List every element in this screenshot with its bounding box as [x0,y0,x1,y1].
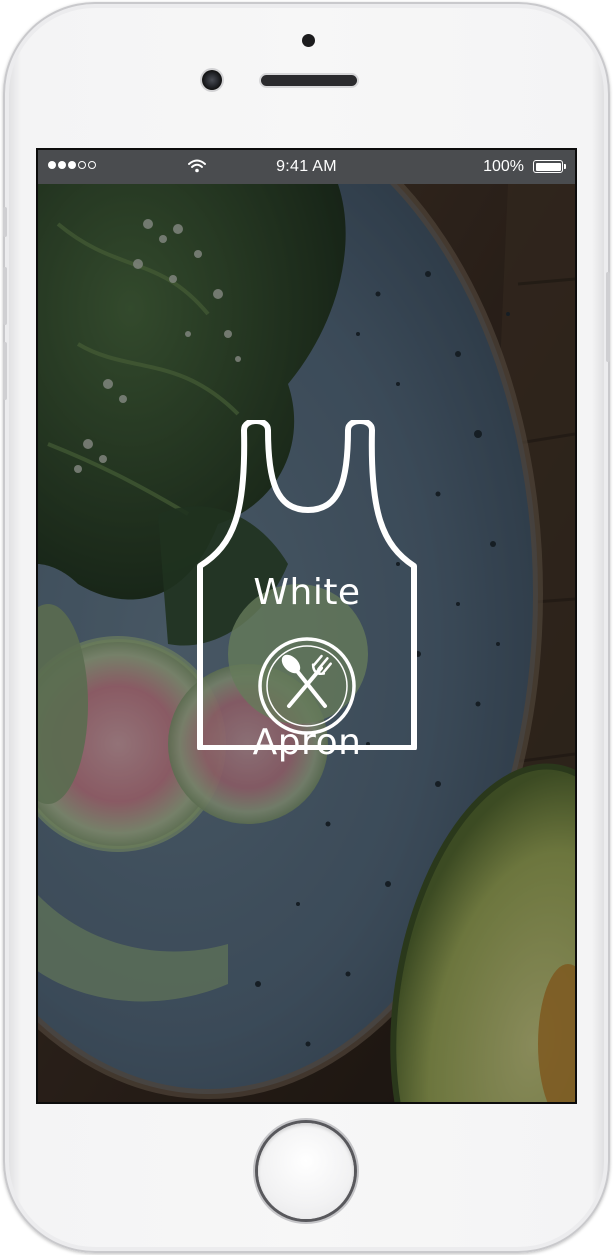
status-bar: 9:41 AM 100% [38,150,575,184]
mute-switch [3,207,7,237]
white-apron-logo: White Apron [196,420,418,763]
power-button [606,272,610,362]
battery-icon [533,160,566,173]
screen: White Apron 9:41 AM 100% [36,148,577,1104]
brand-name-line2: Apron [252,722,362,763]
volume-up-button [3,267,7,325]
home-button[interactable] [258,1123,354,1219]
volume-down-button [3,342,7,400]
proximity-sensor [302,34,315,47]
food-background-image: White Apron [38,184,575,1102]
battery-percentage: 100% [483,158,524,175]
front-camera-icon [202,70,222,90]
brand-name-line1: White [253,572,361,613]
earpiece-speaker [261,75,357,86]
